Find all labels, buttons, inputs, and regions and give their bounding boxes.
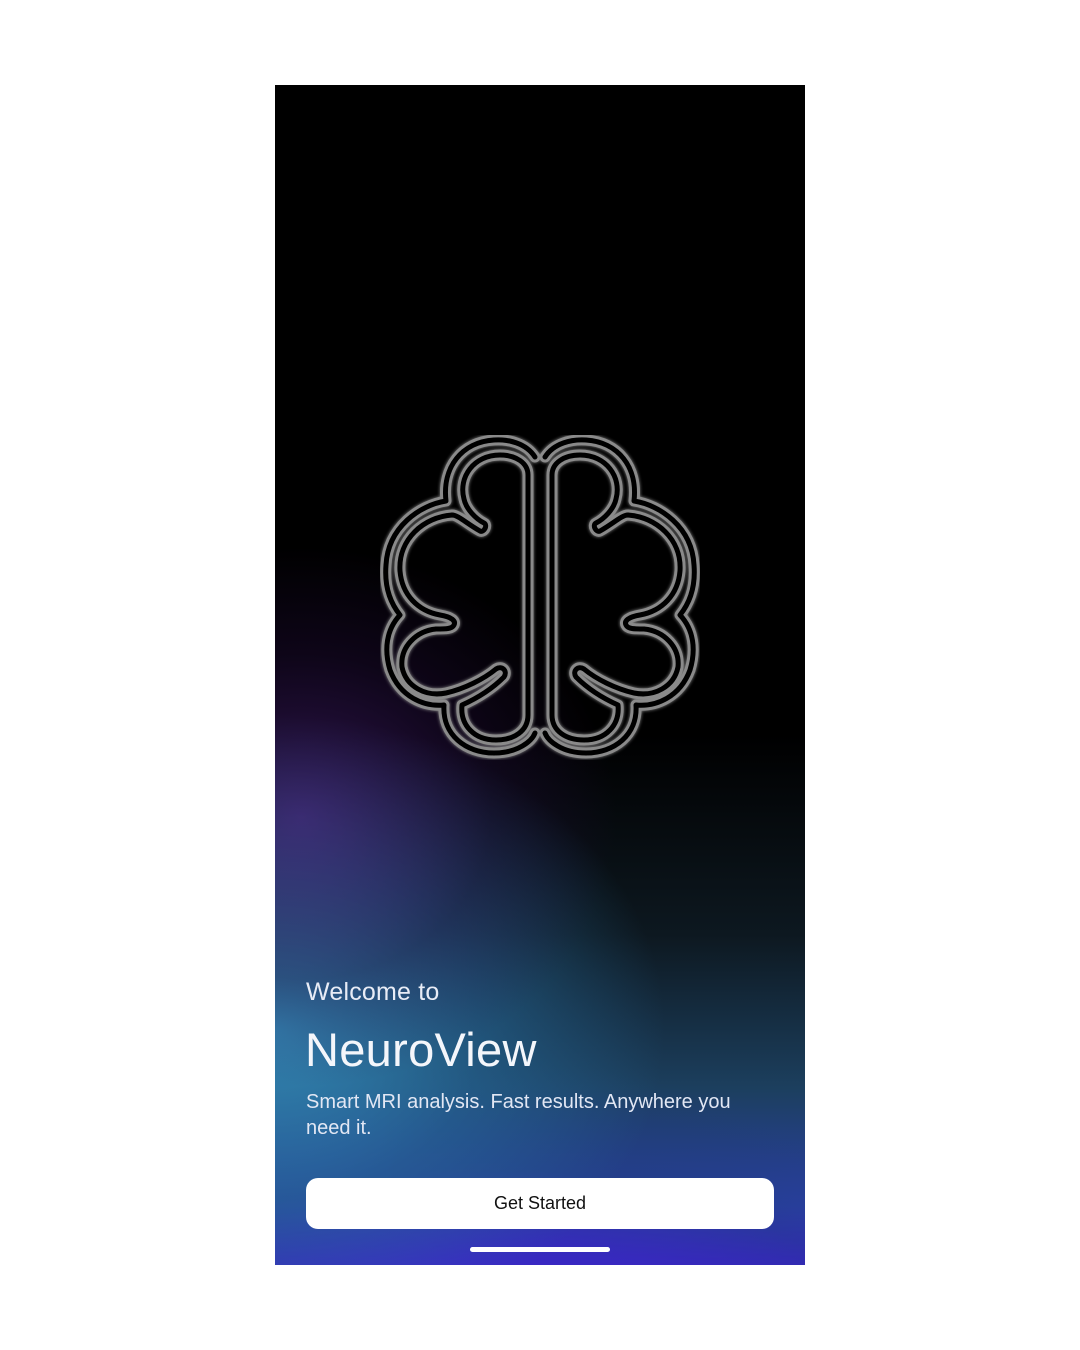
tagline: Smart MRI analysis. Fast results. Anywhe… — [306, 1091, 731, 1139]
app-name: NeuroView — [305, 1023, 537, 1076]
brain-icon — [380, 435, 700, 760]
get-started-button[interactable]: Get Started — [306, 1178, 774, 1229]
page: Welcome to NeuroView Smart MRI analysis.… — [0, 0, 1080, 1350]
home-indicator[interactable] — [470, 1247, 610, 1252]
welcome-text: Welcome to — [306, 978, 440, 1006]
phone-screen: Welcome to NeuroView Smart MRI analysis.… — [275, 85, 805, 1265]
